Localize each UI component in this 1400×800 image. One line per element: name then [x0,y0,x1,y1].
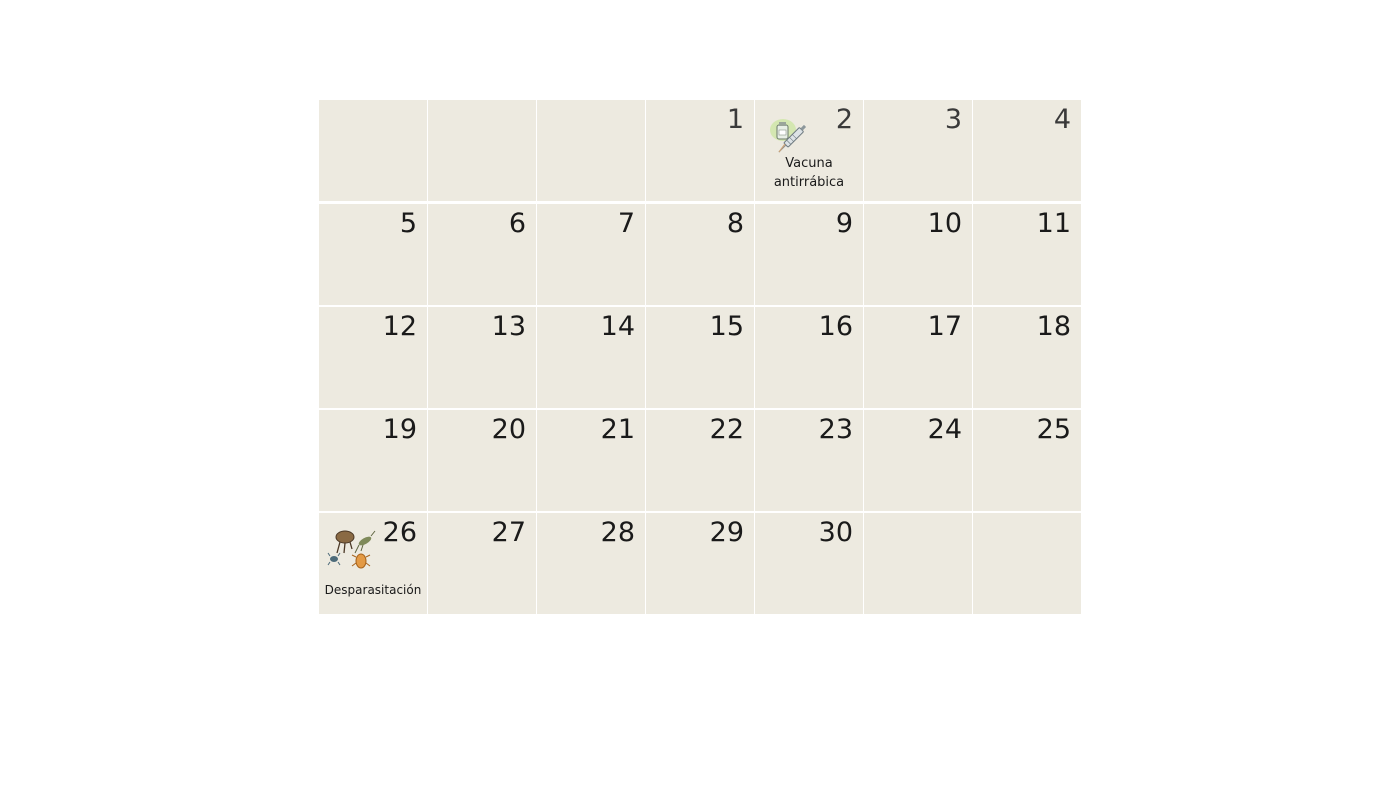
day-cell-29[interactable]: 29 [646,513,754,614]
day-cell-23[interactable]: 23 [755,410,863,511]
day-cell-5[interactable]: 5 [319,204,427,305]
month-calendar: 1 2 Vacuna antirrábica 3 4 5 6 7 8 9 10 … [319,100,1082,617]
day-cell-1[interactable]: 1 [646,100,754,201]
day-number: 10 [927,208,962,239]
event-label-deworming: Desparasitación [324,583,422,597]
calendar-week-4: 19 20 21 22 23 24 25 [319,410,1082,511]
day-cell-20[interactable]: 20 [428,410,536,511]
calendar-week-2: 5 6 7 8 9 10 11 [319,204,1082,305]
day-cell-27[interactable]: 27 [428,513,536,614]
day-cell-15[interactable]: 15 [646,307,754,408]
day-number: 27 [491,517,526,548]
event-label-line-2: antirrábica [773,175,845,190]
day-cell-empty [319,100,427,201]
day-cell-6[interactable]: 6 [428,204,536,305]
day-number: 15 [709,311,744,342]
day-number: 17 [927,311,962,342]
day-cell-28[interactable]: 28 [537,513,645,614]
day-number: 16 [818,311,853,342]
day-number: 8 [726,208,744,239]
day-cell-25[interactable]: 25 [973,410,1081,511]
day-number: 21 [600,414,635,445]
day-number: 18 [1036,311,1071,342]
calendar-week-3: 12 13 14 15 16 17 18 [319,307,1082,408]
day-cell-10[interactable]: 10 [864,204,972,305]
day-cell-14[interactable]: 14 [537,307,645,408]
day-cell-12[interactable]: 12 [319,307,427,408]
day-number: 26 [382,517,417,548]
syringe-vaccine-icon [770,119,807,153]
day-cell-21[interactable]: 21 [537,410,645,511]
day-cell-17[interactable]: 17 [864,307,972,408]
day-number: 11 [1036,208,1071,239]
day-cell-13[interactable]: 13 [428,307,536,408]
day-cell-2[interactable]: 2 Vacuna antirrábica [755,100,863,201]
day-number: 2 [835,104,853,135]
calendar-week-5: 26 Desparasitación 27 28 29 30 [319,513,1082,614]
day-cell-18[interactable]: 18 [973,307,1081,408]
day-number: 3 [944,104,962,135]
event-label-line-1: Vacuna [785,156,833,171]
day-cell-24[interactable]: 24 [864,410,972,511]
day-cell-7[interactable]: 7 [537,204,645,305]
day-number: 30 [818,517,853,548]
day-number: 22 [709,414,744,445]
day-cell-11[interactable]: 11 [973,204,1081,305]
day-number: 6 [508,208,526,239]
day-number: 28 [600,517,635,548]
day-cell-30[interactable]: 30 [755,513,863,614]
day-number: 29 [709,517,744,548]
day-number: 7 [617,208,635,239]
day-number: 23 [818,414,853,445]
day-number: 5 [399,208,417,239]
parasites-icon [327,530,376,569]
day-cell-3[interactable]: 3 [864,100,972,201]
day-number: 20 [491,414,526,445]
day-cell-empty [973,513,1081,614]
day-cell-empty [537,100,645,201]
calendar-week-1: 1 2 Vacuna antirrábica 3 4 [319,100,1082,201]
day-number: 25 [1036,414,1071,445]
day-cell-empty [428,100,536,201]
day-number: 24 [927,414,962,445]
day-number: 13 [491,311,526,342]
day-cell-26[interactable]: 26 Desparasitación [319,513,427,614]
day-number: 12 [382,311,417,342]
day-number: 19 [382,414,417,445]
day-cell-8[interactable]: 8 [646,204,754,305]
day-cell-19[interactable]: 19 [319,410,427,511]
day-cell-16[interactable]: 16 [755,307,863,408]
day-number: 4 [1053,104,1071,135]
day-number: 14 [600,311,635,342]
day-cell-9[interactable]: 9 [755,204,863,305]
day-number: 9 [835,208,853,239]
day-cell-empty [864,513,972,614]
day-cell-22[interactable]: 22 [646,410,754,511]
event-label-rabies-vaccine: Vacuna antirrábica [755,154,863,192]
day-cell-4[interactable]: 4 [973,100,1081,201]
day-number: 1 [726,104,744,135]
